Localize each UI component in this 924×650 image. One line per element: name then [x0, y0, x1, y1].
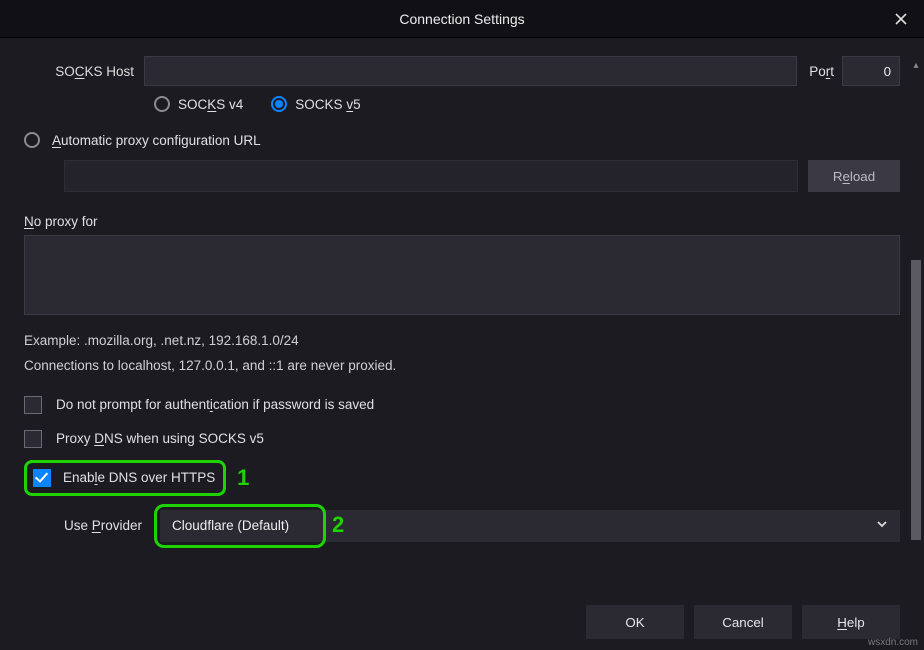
proxy-dns-checkbox[interactable]: Proxy DNS when using SOCKS v5	[24, 430, 900, 448]
no-proxy-note: Connections to localhost, 127.0.0.1, and…	[24, 355, 900, 378]
auto-config-row: Reload	[64, 160, 900, 192]
annotation-1-box: Enable DNS over HTTPS 1	[24, 460, 226, 496]
close-button[interactable]	[888, 6, 914, 32]
no-prompt-label: Do not prompt for authentication if pass…	[56, 397, 374, 412]
dialog-title: Connection Settings	[399, 11, 524, 27]
socks-host-row: SOCKS Host Port	[24, 56, 900, 86]
socks-v4-radio[interactable]: SOCKS v4	[154, 96, 243, 112]
no-prompt-checkbox[interactable]: Do not prompt for authentication if pass…	[24, 396, 900, 414]
provider-label: Use Provider	[64, 518, 148, 533]
provider-select[interactable]: Cloudflare (Default)	[160, 510, 900, 542]
no-proxy-label: No proxy for	[24, 214, 900, 229]
checkbox-icon	[24, 430, 42, 448]
enable-doh-checkbox[interactable]	[33, 469, 51, 487]
socks-port-input[interactable]	[842, 56, 900, 86]
dialog-content: SOCKS Host Port SOCKS v4 SOCKS v5 Automa…	[0, 38, 924, 610]
no-proxy-example: Example: .mozilla.org, .net.nz, 192.168.…	[24, 330, 900, 353]
scroll-up-icon: ▴	[910, 60, 922, 74]
provider-select-wrap: Cloudflare (Default) 2	[160, 510, 900, 542]
annotation-1: 1	[237, 465, 249, 491]
titlebar: Connection Settings	[0, 0, 924, 38]
provider-row: Use Provider Cloudflare (Default) 2	[64, 510, 900, 542]
chevron-down-icon	[876, 518, 888, 533]
annotation-2: 2	[332, 512, 344, 538]
close-icon	[895, 13, 907, 25]
socks-port-label: Port	[797, 64, 842, 79]
radio-icon	[271, 96, 287, 112]
cancel-button[interactable]: Cancel	[694, 605, 792, 639]
enable-doh-row: Enable DNS over HTTPS 1	[24, 460, 900, 496]
enable-doh-label: Enable DNS over HTTPS	[63, 470, 215, 485]
vertical-scrollbar[interactable]: ▴	[910, 60, 922, 600]
proxy-dns-label: Proxy DNS when using SOCKS v5	[56, 431, 264, 446]
socks-v5-radio[interactable]: SOCKS v5	[271, 96, 360, 112]
scroll-thumb[interactable]	[911, 260, 921, 540]
socks-v5-label: SOCKS v5	[295, 97, 360, 112]
socks-host-input[interactable]	[144, 56, 797, 86]
checkbox-icon	[24, 396, 42, 414]
watermark: wsxdn.com	[868, 637, 918, 648]
radio-icon	[154, 96, 170, 112]
auto-config-url-input[interactable]	[64, 160, 798, 192]
provider-value: Cloudflare (Default)	[172, 518, 289, 533]
no-proxy-textarea[interactable]	[24, 235, 900, 315]
help-button[interactable]: Help	[802, 605, 900, 639]
socks-version-group: SOCKS v4 SOCKS v5	[154, 96, 900, 112]
socks-v4-label: SOCKS v4	[178, 97, 243, 112]
ok-button[interactable]: OK	[586, 605, 684, 639]
socks-host-label: SOCKS Host	[24, 64, 144, 79]
reload-button[interactable]: Reload	[808, 160, 900, 192]
auto-config-label: Automatic proxy configuration URL	[52, 133, 261, 148]
auto-config-radio[interactable]: Automatic proxy configuration URL	[24, 132, 900, 148]
radio-icon	[24, 132, 40, 148]
